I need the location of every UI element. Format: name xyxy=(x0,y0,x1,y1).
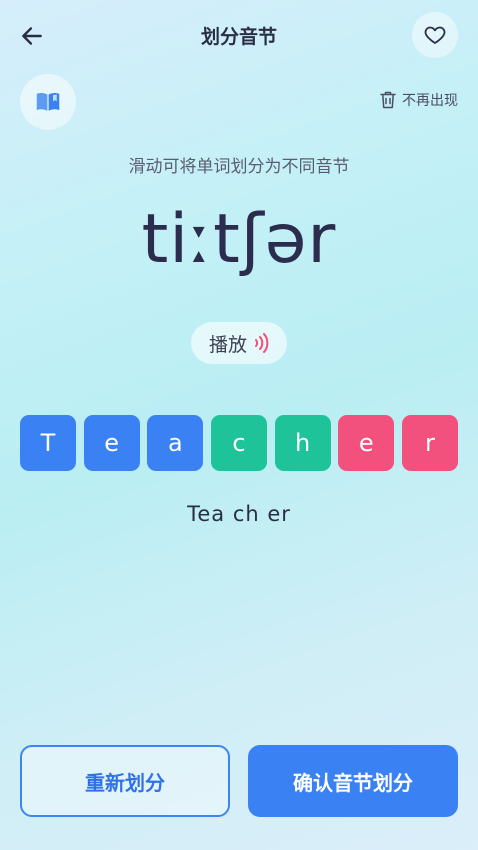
syllable-result: Tea ch er xyxy=(187,502,291,526)
header: 划分音节 xyxy=(0,0,478,72)
trash-icon xyxy=(380,91,396,109)
letter-tile[interactable]: c xyxy=(210,415,267,471)
letter-tile[interactable]: r xyxy=(401,415,458,471)
sound-wave-icon xyxy=(255,333,269,353)
letter-tile[interactable]: e xyxy=(338,415,395,471)
instruction-text: 滑动可将单词划分为不同音节 xyxy=(128,157,350,177)
letter-tile[interactable]: T xyxy=(20,415,76,471)
play-label: 播放 xyxy=(208,333,247,356)
heart-icon xyxy=(424,26,446,44)
phonetic-transcription: tiːtʃər xyxy=(141,200,337,279)
book-button[interactable] xyxy=(20,74,76,130)
book-icon xyxy=(36,93,60,111)
no-show-label: 不再出现 xyxy=(402,93,458,109)
letter-tile[interactable]: a xyxy=(147,415,204,471)
no-show-button[interactable]: 不再出现 xyxy=(380,90,458,110)
reset-button[interactable]: 重新划分 xyxy=(20,745,230,817)
confirm-button[interactable]: 确认音节划分 xyxy=(248,745,458,817)
letter-tiles: T e a c h e r xyxy=(20,415,458,471)
play-button[interactable]: 播放 xyxy=(191,322,287,364)
favorite-button[interactable] xyxy=(412,12,458,58)
page-title: 划分音节 xyxy=(200,26,277,48)
letter-tile[interactable]: h xyxy=(274,415,331,471)
letter-tile[interactable]: e xyxy=(83,415,140,471)
